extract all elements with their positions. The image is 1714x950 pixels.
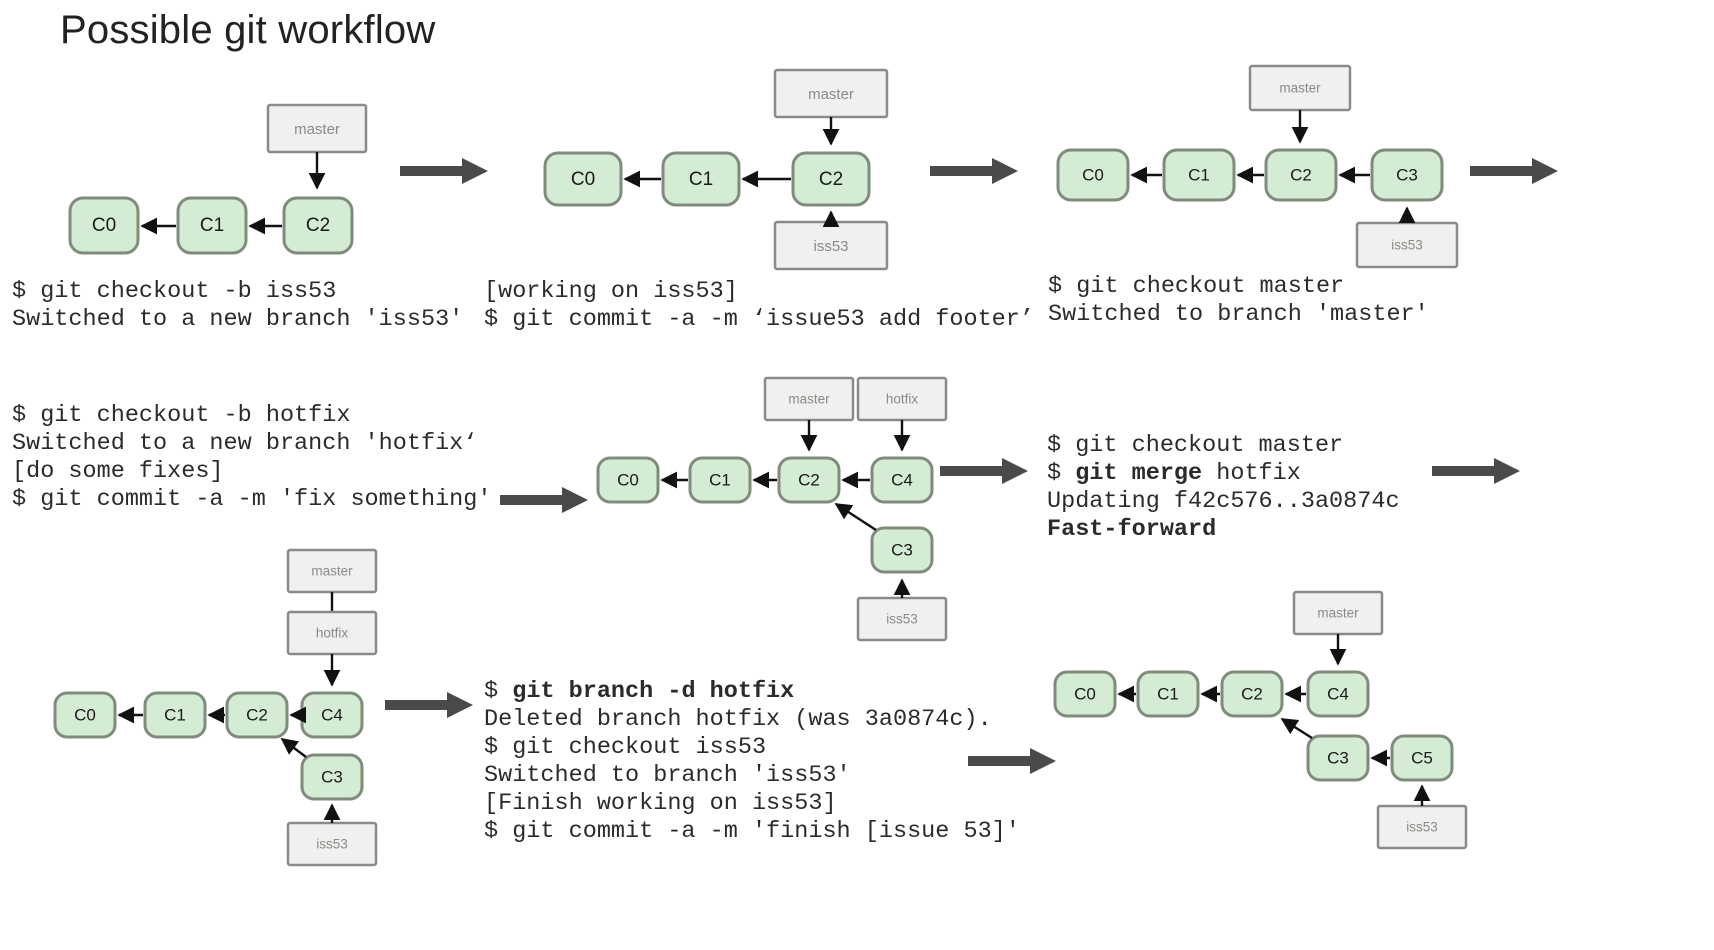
commit-label-c2: C2 <box>306 215 330 236</box>
terminal-line: Switched to branch 'master' <box>1048 301 1429 328</box>
flow-arrow-1 <box>400 158 488 184</box>
terminal-line: Updating f42c576..3a0874c <box>1047 488 1400 515</box>
commit-label-c4: C4 <box>321 705 343 724</box>
terminal-step-2: [working on iss53] $ git commit -a -m ‘i… <box>484 278 1034 334</box>
commit-label-c1: C1 <box>709 470 731 489</box>
commit-label-c4: C4 <box>891 470 913 489</box>
commit-label-c0: C0 <box>617 470 639 489</box>
terminal-line-branch-delete: $ git branch -d hotfix <box>484 678 794 705</box>
terminal-line: $ git checkout -b iss53 <box>12 278 337 305</box>
terminal-line: $ git checkout -b hotfix <box>12 402 351 429</box>
parent-link-c3-c2 <box>834 502 877 532</box>
commit-label-c3: C3 <box>1327 748 1349 767</box>
branch-label-iss53: iss53 <box>316 837 348 852</box>
branch-label-hotfix: hotfix <box>316 626 349 641</box>
diagram-step-5: master hotfix C0 C1 C2 C4 C3 iss53 <box>596 376 948 642</box>
commit-label-c1: C1 <box>1188 165 1210 184</box>
flow-arrow-4 <box>500 487 588 513</box>
flow-arrow-7 <box>385 692 473 718</box>
terminal-bold-command: git merge <box>1075 460 1203 487</box>
parent-link-c3-c2 <box>1280 717 1313 740</box>
diagram-step-9: master C0 C1 C2 C4 C3 C5 iss53 <box>1053 590 1468 850</box>
branch-label-master: master <box>311 564 353 579</box>
commit-label-c2: C2 <box>819 169 843 190</box>
terminal-step-1: $ git checkout -b iss53 Switched to a ne… <box>12 278 463 334</box>
terminal-bold-command: git branch -d hotfix <box>512 678 795 705</box>
commit-label-c1: C1 <box>164 705 186 724</box>
terminal-line: Switched to branch 'iss53' <box>484 762 851 789</box>
terminal-line-bold: Fast-forward <box>1047 516 1217 543</box>
terminal-arg: hotfix <box>1202 460 1301 487</box>
diagram-step-2: master C0 C1 C2 iss53 <box>543 68 889 271</box>
branch-label-iss53: iss53 <box>1391 238 1423 253</box>
commit-label-c1: C1 <box>200 215 224 236</box>
terminal-line: $ git commit -a -m ‘issue53 add footer’ <box>484 306 1034 333</box>
terminal-line: $ git checkout master <box>1047 432 1344 459</box>
commit-label-c2: C2 <box>1241 684 1263 703</box>
terminal-line: Switched to a new branch 'iss53' <box>12 306 464 333</box>
commit-label-c0: C0 <box>1082 165 1104 184</box>
terminal-line: $ git checkout master <box>1048 273 1345 300</box>
terminal-line: $ git checkout iss53 <box>484 734 767 761</box>
commit-label-c2: C2 <box>1290 165 1312 184</box>
commit-label-c5: C5 <box>1411 748 1433 767</box>
branch-label-master: master <box>788 392 830 407</box>
branch-label-iss53: iss53 <box>1406 820 1438 835</box>
commit-label-c1: C1 <box>689 169 713 190</box>
flow-arrow-3 <box>1470 158 1558 184</box>
commit-label-c3: C3 <box>321 767 343 786</box>
terminal-line: Switched to a new branch 'hotfix‘ <box>12 430 478 457</box>
commit-label-c0: C0 <box>74 705 96 724</box>
terminal-line: $ git commit -a -m 'finish [issue 53]' <box>484 818 1020 845</box>
terminal-line: Deleted branch hotfix (was 3a0874c). <box>484 706 992 733</box>
terminal-prompt: $ <box>1047 460 1076 487</box>
commit-label-c0: C0 <box>1074 684 1096 703</box>
flow-arrow-6 <box>1432 458 1520 484</box>
branch-label-master: master <box>294 121 340 138</box>
branch-label-hotfix: hotfix <box>886 392 919 407</box>
page-title: Possible git workflow <box>60 8 436 52</box>
terminal-line: [Finish working on iss53] <box>484 790 837 817</box>
commit-label-c4: C4 <box>1327 684 1349 703</box>
terminal-line-merge: $ git merge hotfix <box>1047 460 1301 487</box>
commit-label-c1: C1 <box>1157 684 1179 703</box>
commit-label-c3: C3 <box>1396 165 1418 184</box>
commit-label-c0: C0 <box>571 169 595 190</box>
branch-label-iss53: iss53 <box>813 238 848 255</box>
branch-label-master: master <box>1279 81 1321 96</box>
branch-label-iss53: iss53 <box>886 612 918 627</box>
commit-label-c2: C2 <box>246 705 268 724</box>
branch-label-master: master <box>808 86 854 103</box>
diagram-step-7: master hotfix C0 C1 C2 C4 C3 iss53 <box>53 548 378 867</box>
diagram-step-3: master C0 C1 C2 C3 iss53 <box>1056 64 1459 269</box>
parent-link-c3-c2 <box>280 737 307 758</box>
terminal-line: [do some fixes] <box>12 458 224 485</box>
terminal-step-6: $ git checkout master $ git merge hotfix… <box>1047 432 1400 544</box>
terminal-line: $ git commit -a -m 'fix something' <box>12 486 492 513</box>
flow-arrow-8 <box>968 748 1056 774</box>
flow-arrow-5 <box>940 458 1028 484</box>
commit-label-c0: C0 <box>92 215 116 236</box>
terminal-line: [working on iss53] <box>484 278 738 305</box>
flow-arrow-2 <box>930 158 1018 184</box>
terminal-prompt: $ <box>484 678 513 705</box>
terminal-step-4: $ git checkout -b hotfix Switched to a n… <box>12 402 491 514</box>
commit-label-c3: C3 <box>891 540 913 559</box>
branch-label-master: master <box>1317 606 1359 621</box>
diagram-step-1: master C0 C1 C2 <box>68 103 368 255</box>
terminal-step-8: $ git branch -d hotfix Deleted branch ho… <box>484 678 1020 846</box>
commit-label-c2: C2 <box>798 470 820 489</box>
terminal-step-3: $ git checkout master Switched to branch… <box>1048 273 1429 329</box>
